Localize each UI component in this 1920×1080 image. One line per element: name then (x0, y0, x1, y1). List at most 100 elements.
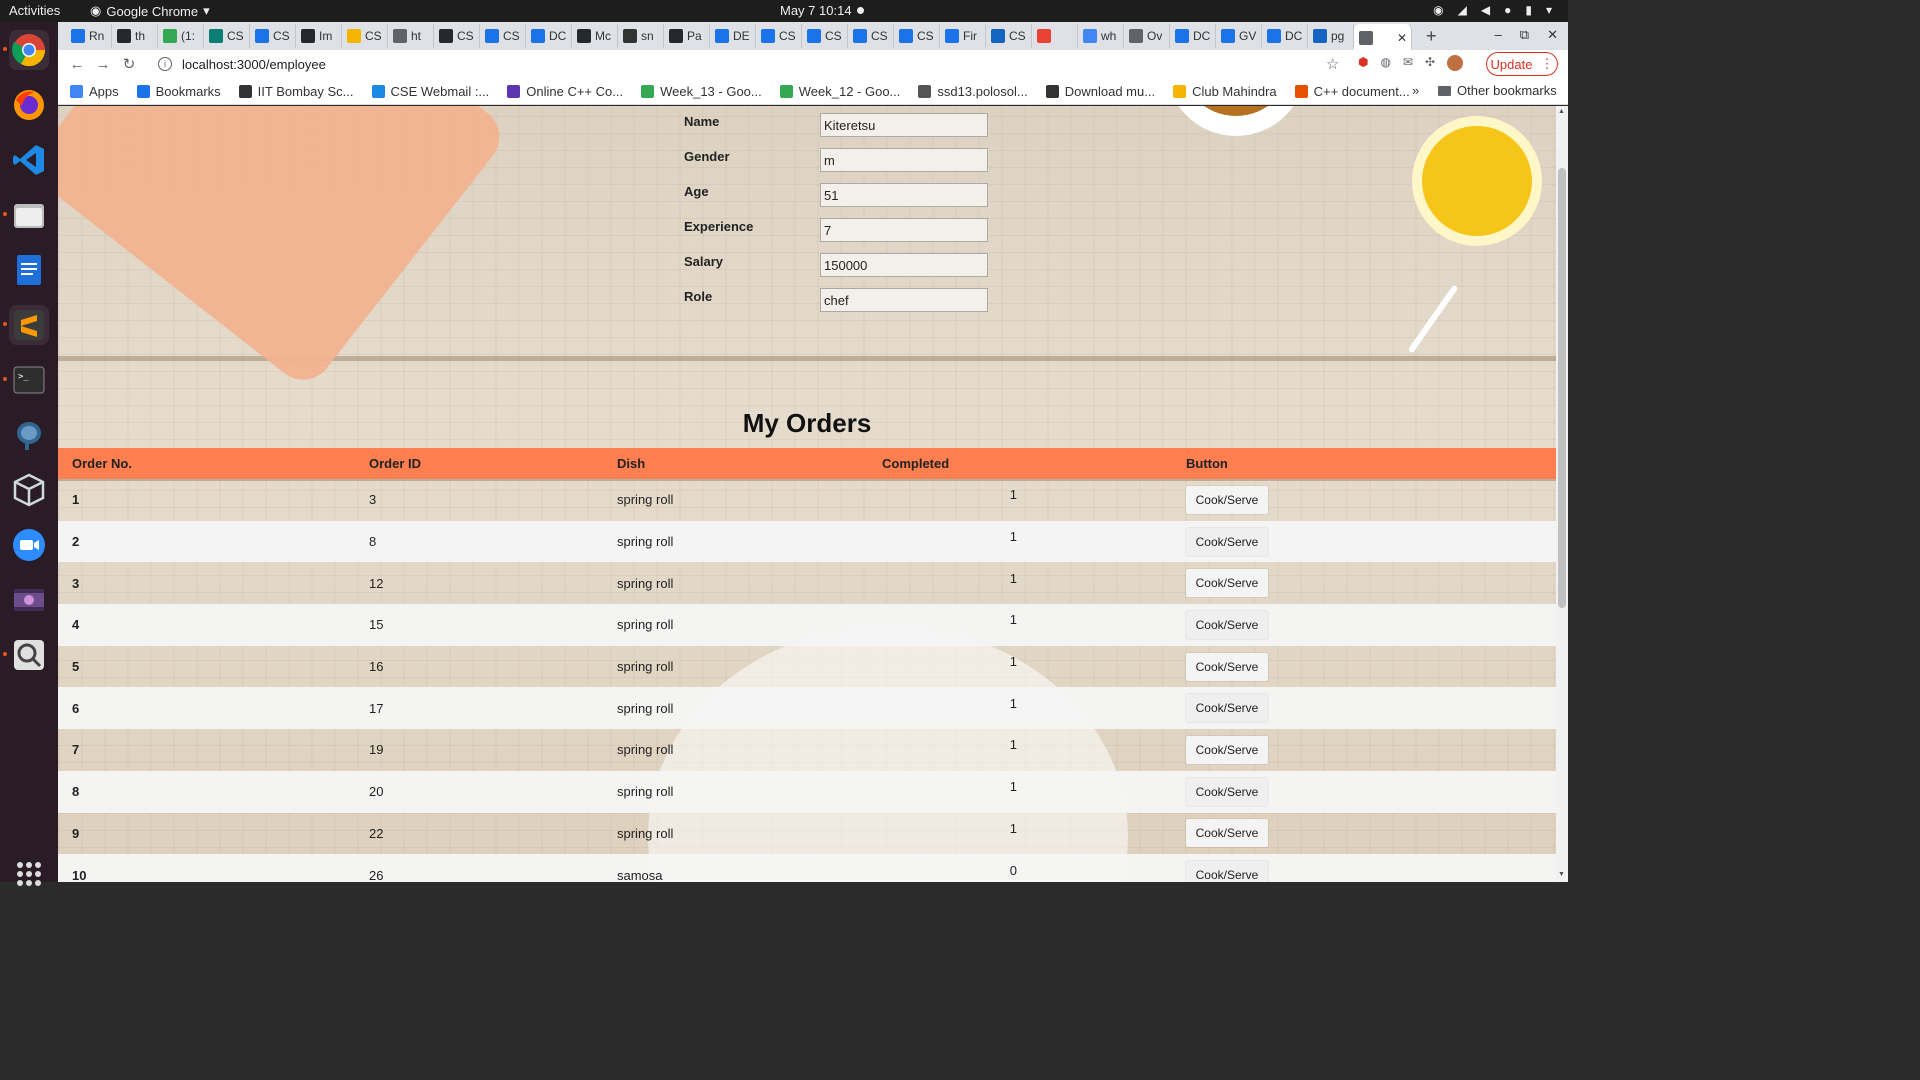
profile-avatar[interactable] (1447, 55, 1464, 71)
other-bookmarks[interactable]: Other bookmarks (1438, 83, 1557, 98)
tab[interactable]: Im (296, 24, 342, 48)
vscode-dock-icon[interactable] (9, 140, 49, 180)
chrome-tray-icon[interactable]: ◉ (1433, 3, 1443, 17)
pgadmin-dock-icon[interactable] (9, 415, 49, 455)
tab[interactable]: CS (480, 24, 526, 48)
caret-down-icon[interactable]: ▾ (1546, 3, 1552, 17)
extensions-puzzle-icon[interactable]: ✣ (1425, 55, 1435, 71)
restore-icon[interactable]: ⧉ (1520, 27, 1529, 43)
cook-serve-button[interactable]: Cook/Serve (1186, 610, 1268, 639)
files-dock-icon[interactable] (3, 195, 49, 235)
bookmarks-overflow-icon[interactable]: » (1412, 83, 1419, 98)
bookmark-item[interactable]: Download mu... (1045, 84, 1155, 99)
tab[interactable]: CS (986, 24, 1032, 48)
sublime-dock-icon[interactable] (3, 305, 49, 345)
page-scrollbar[interactable]: ▲ ▼ (1556, 106, 1568, 882)
tab-close-icon[interactable]: ✕ (1397, 31, 1407, 45)
bookmark-item[interactable]: Apps (70, 84, 119, 99)
bookmark-item[interactable]: CSE Webmail :... (371, 84, 489, 99)
tab[interactable]: CS (848, 24, 894, 48)
profile-field-input[interactable] (820, 148, 988, 172)
clock[interactable]: May 7 10:14 (780, 3, 852, 18)
tab[interactable]: GV (1216, 24, 1262, 48)
bookmark-item[interactable]: IIT Bombay Sc... (238, 84, 354, 99)
system-tray[interactable]: ◉ ◢ ◀ ● ▮ ▾ (1433, 3, 1552, 17)
adblock-icon[interactable]: ⬢ (1358, 55, 1368, 71)
app-menu[interactable]: ◉ Google Chrome ▾ (90, 3, 210, 19)
writer-dock-icon[interactable] (9, 250, 49, 290)
profile-field-input[interactable] (820, 253, 988, 277)
firefox-dock-icon[interactable] (9, 85, 49, 125)
show-applications-icon[interactable] (17, 862, 41, 886)
forward-icon[interactable]: → (90, 56, 116, 73)
tab[interactable]: CS (756, 24, 802, 48)
cook-serve-button[interactable]: Cook/Serve (1186, 652, 1268, 681)
tab[interactable] (1032, 24, 1078, 48)
reload-icon[interactable]: ↻ (116, 55, 142, 73)
microphone-icon[interactable]: ● (1504, 3, 1511, 17)
tab[interactable]: DE (710, 24, 756, 48)
tab[interactable]: ht (388, 24, 434, 48)
tab[interactable]: CS (342, 24, 388, 48)
tab[interactable]: pg (1308, 24, 1354, 48)
virtualbox-dock-icon[interactable] (9, 470, 49, 510)
tab[interactable]: sn (618, 24, 664, 48)
tab[interactable]: Fir (940, 24, 986, 48)
bookmark-item[interactable]: ssd13.polosol... (918, 84, 1028, 99)
cook-serve-button[interactable]: Cook/Serve (1186, 527, 1268, 556)
scroll-down-icon[interactable]: ▼ (1558, 871, 1565, 878)
search-dock-icon[interactable] (3, 635, 49, 675)
cook-serve-button[interactable]: Cook/Serve (1186, 861, 1268, 882)
cook-serve-button[interactable]: Cook/Serve (1186, 694, 1268, 723)
close-window-icon[interactable]: ✕ (1547, 27, 1558, 43)
minimize-icon[interactable]: – (1495, 27, 1502, 43)
activities-button[interactable]: Activities (9, 3, 60, 18)
tab[interactable]: DC (1170, 24, 1216, 48)
profile-field-input[interactable] (820, 218, 988, 242)
cook-serve-button[interactable]: Cook/Serve (1186, 735, 1268, 764)
cook-serve-button[interactable]: Cook/Serve (1186, 485, 1268, 514)
new-tab-icon[interactable]: + (1426, 26, 1437, 47)
bookmark-item[interactable]: Club Mahindra (1173, 84, 1277, 99)
tab[interactable]: Pa (664, 24, 710, 48)
back-icon[interactable]: ← (64, 56, 90, 73)
translate-icon[interactable]: ◍ (1380, 55, 1390, 71)
tab[interactable]: DC (526, 24, 572, 48)
update-button[interactable]: Update ⋮ (1486, 52, 1558, 76)
address-bar[interactable]: i localhost:3000/employee (148, 51, 1348, 77)
mail-icon[interactable]: ✉ (1403, 55, 1413, 71)
profile-field-input[interactable] (820, 288, 988, 312)
tab[interactable]: CS (802, 24, 848, 48)
cook-serve-button[interactable]: Cook/Serve (1186, 777, 1268, 806)
tab[interactable]: CS (894, 24, 940, 48)
site-info-icon[interactable]: i (158, 57, 172, 71)
zoom-dock-icon[interactable] (9, 525, 49, 565)
tab[interactable]: Ov (1124, 24, 1170, 48)
bookmark-item[interactable]: Week_12 - Goo... (779, 84, 900, 99)
tab[interactable]: CS (434, 24, 480, 48)
tab[interactable]: Mc (572, 24, 618, 48)
cook-serve-button[interactable]: Cook/Serve (1186, 569, 1268, 598)
volume-icon[interactable]: ◀ (1481, 3, 1490, 17)
scroll-up-icon[interactable]: ▲ (1558, 108, 1565, 115)
battery-icon[interactable]: ▮ (1525, 3, 1532, 17)
terminal-dock-icon[interactable]: >_ (3, 360, 49, 400)
profile-field-input[interactable] (820, 113, 988, 137)
tab[interactable]: DC (1262, 24, 1308, 48)
bookmark-item[interactable]: Online C++ Co... (507, 84, 623, 99)
tab[interactable]: Rn (66, 24, 112, 48)
video-player-dock-icon[interactable] (9, 580, 49, 620)
scrollbar-thumb[interactable] (1558, 168, 1566, 608)
wifi-icon[interactable]: ◢ (1458, 3, 1467, 17)
tab[interactable]: (1: (158, 24, 204, 48)
tab[interactable]: wh (1078, 24, 1124, 48)
chrome-dock-icon[interactable] (3, 30, 49, 70)
cook-serve-button[interactable]: Cook/Serve (1186, 819, 1268, 848)
bookmark-item[interactable]: Bookmarks (136, 84, 221, 99)
tab[interactable]: CS (250, 24, 296, 48)
bookmark-item[interactable]: C++ document... (1294, 84, 1410, 99)
profile-field-input[interactable] (820, 183, 988, 207)
tab-active[interactable]: ✕ (1354, 24, 1412, 52)
tab[interactable]: CS (204, 24, 250, 48)
bookmark-item[interactable]: Week_13 - Goo... (641, 84, 762, 99)
